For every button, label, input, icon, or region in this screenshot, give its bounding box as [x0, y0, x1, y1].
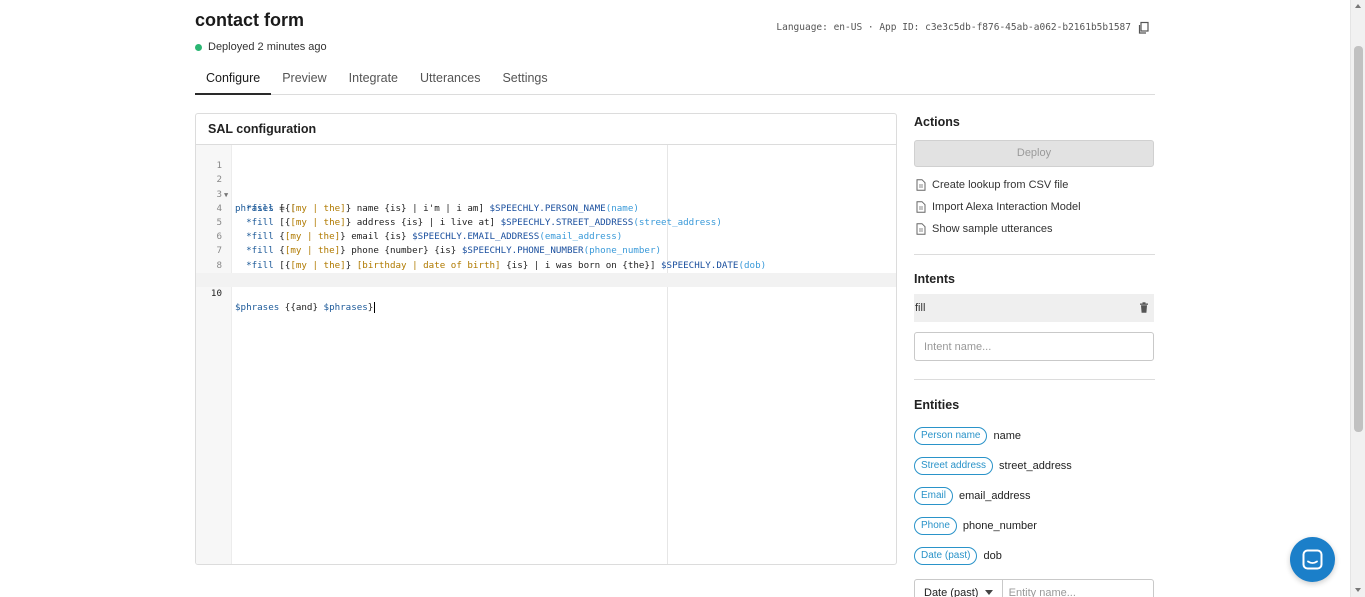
scroll-down-icon[interactable]: [1355, 588, 1361, 592]
code-line[interactable]: 5 *fill {[my | the]} email {is} $SPEECHL…: [196, 202, 896, 242]
deploy-status-text: Deployed 2 minutes ago: [208, 41, 327, 53]
entity-type-select[interactable]: Date (past): [914, 579, 1003, 597]
entity-type-select-value: Date (past): [924, 587, 979, 597]
show-sample-utterances-link[interactable]: Show sample utterances: [916, 223, 1052, 235]
divider: [914, 379, 1155, 380]
page-title: contact form: [195, 10, 305, 30]
copy-icon[interactable]: [1137, 21, 1151, 35]
scroll-up-icon[interactable]: [1355, 4, 1361, 8]
chevron-down-icon: [984, 590, 993, 595]
code-line[interactable]: 9: [196, 259, 896, 285]
entities-heading: Entities: [914, 398, 960, 412]
tab-integrate[interactable]: Integrate: [338, 63, 409, 95]
sal-configuration-panel: SAL configuration 1 2 ▼ phrases = [ 3 *f…: [195, 113, 897, 565]
chat-icon: [1302, 549, 1323, 570]
entity-row: Date (past) dob: [914, 546, 1002, 565]
page: contact form Deployed 2 minutes ago Lang…: [195, 0, 1155, 597]
status-dot-icon: [195, 43, 202, 51]
actions-heading: Actions: [914, 115, 960, 129]
line-number: 10: [210, 288, 222, 299]
chat-launcher-button[interactable]: [1290, 537, 1335, 582]
create-lookup-link[interactable]: Create lookup from CSV file: [916, 179, 1068, 191]
entity-name: email_address: [959, 489, 1031, 502]
code-line[interactable]: 7 *fill [{[my | the]} [birthday | date o…: [196, 230, 896, 270]
entity-row: Street address street_address: [914, 456, 1072, 475]
entity-row: Phone phone_number: [914, 516, 1037, 535]
tab-configure[interactable]: Configure: [195, 63, 272, 95]
tab-utterances[interactable]: Utterances: [409, 63, 491, 95]
add-entity-row: Date (past) Entity name...: [914, 579, 1154, 597]
trash-icon[interactable]: [1139, 302, 1149, 313]
tab-settings[interactable]: Settings: [491, 63, 558, 95]
code-line-active[interactable]: 10 $phrases {{and} $phrases}: [196, 272, 896, 314]
entity-row: Person name name: [914, 426, 1021, 445]
entity-name: name: [993, 429, 1022, 442]
show-sample-utterances-label: Show sample utterances: [932, 223, 1053, 235]
entity-type-chip[interactable]: Person name: [914, 426, 988, 445]
entity-type-chip[interactable]: Phone: [914, 516, 957, 535]
entity-type-chip[interactable]: Email: [914, 486, 954, 505]
tab-bar: Configure Preview Integrate Utterances S…: [195, 63, 1155, 95]
code-line[interactable]: 6 *fill {[my | the]} phone {number} {is}…: [196, 216, 896, 256]
document-icon: [916, 179, 926, 191]
import-alexa-link[interactable]: Import Alexa Interaction Model: [916, 201, 1081, 213]
intent-name-input[interactable]: Intent name...: [914, 332, 1154, 361]
entity-name: street_address: [999, 459, 1072, 472]
intents-heading: Intents: [914, 272, 955, 286]
code-line[interactable]: 4 *fill [{[my | the]} address {is} | i l…: [196, 188, 896, 228]
entity-name-input[interactable]: Entity name...: [1002, 579, 1154, 597]
deploy-status: Deployed 2 minutes ago: [195, 41, 327, 53]
divider: [914, 254, 1155, 255]
entity-type-chip[interactable]: Date (past): [914, 546, 978, 565]
intent-name: fill: [915, 302, 926, 314]
code-line[interactable]: 1: [196, 145, 896, 171]
import-alexa-label: Import Alexa Interaction Model: [932, 201, 1081, 213]
code-line[interactable]: 2 ▼ phrases = [: [196, 159, 896, 213]
entity-row: Email email_address: [914, 486, 1031, 505]
app-meta: Language: en-US · App ID: c3e3c5db-f876-…: [776, 20, 1151, 34]
tab-preview[interactable]: Preview: [271, 63, 337, 95]
document-icon: [916, 223, 926, 235]
document-icon: [916, 201, 926, 213]
entity-name: phone_number: [962, 519, 1037, 532]
entity-type-chip[interactable]: Street address: [914, 456, 994, 475]
page-scrollbar[interactable]: [1350, 0, 1365, 597]
code-editor[interactable]: 1 2 ▼ phrases = [ 3 *fill [{[my | the]} …: [196, 145, 896, 564]
code-line[interactable]: 3 *fill [{[my | the]} name {is} | i'm | …: [196, 173, 896, 214]
code-text: $phrases {{and} $phrases}: [235, 302, 376, 314]
text-cursor: [374, 302, 376, 314]
create-lookup-label: Create lookup from CSV file: [932, 179, 1069, 191]
sal-configuration-title: SAL configuration: [196, 114, 896, 145]
scrollbar-thumb[interactable]: [1354, 46, 1363, 432]
app-meta-text: Language: en-US · App ID: c3e3c5db-f876-…: [776, 21, 1131, 33]
code-line[interactable]: 8 ]: [196, 244, 896, 285]
deploy-button[interactable]: Deploy: [914, 140, 1154, 167]
intent-item[interactable]: fill: [914, 294, 1154, 322]
entity-name: dob: [983, 549, 1002, 562]
